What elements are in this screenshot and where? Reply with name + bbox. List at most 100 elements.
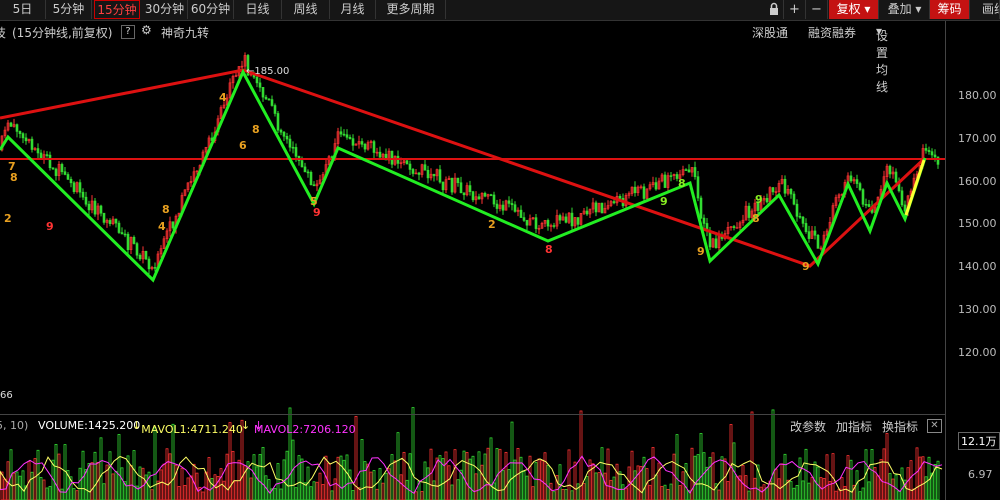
volume-bar [180,467,184,500]
volume-bar [720,456,724,500]
candle-body [807,231,811,239]
volume-bar [186,477,190,500]
candle-body [438,169,442,183]
volume-bar [444,451,448,500]
high-price-value: 185.00 [254,66,290,77]
candle-body [693,167,697,178]
volume-bar [408,453,412,500]
close-icon[interactable]: ✕ [927,419,942,433]
candle-body [120,232,124,235]
volume-bar [93,451,97,500]
volume-bar [153,427,157,500]
vol-axis-top: 12.1万 [958,432,1000,450]
volume-bar [564,489,568,500]
volume-bar [330,490,334,500]
nine-turn-marker: 8 [10,171,18,184]
candle-body [795,203,799,217]
volume-bar [249,477,253,500]
volume-bar [201,491,205,500]
volume-bar [726,481,730,500]
volume-bar [795,484,799,500]
volume-bar [12,472,16,500]
candle-body [72,182,76,192]
add-indicator-button[interactable]: 加指标 [836,418,872,435]
candle-body [783,178,787,194]
volume-bar [891,478,895,500]
candle-body [519,209,523,218]
volume-bar [909,460,913,500]
volume-bar [531,486,535,500]
volume-bar [342,459,346,500]
volume-bar [420,491,424,500]
candle-body [576,217,580,225]
axis-label-140: 140.00 [958,260,997,273]
volume-bar [57,453,61,500]
low-price-fragment: 66 [0,390,13,401]
candle-body [261,87,265,98]
volume-bar [486,447,490,500]
nine-turn-marker: 8 [545,243,553,256]
candle-body [477,196,481,200]
candle-body [456,177,460,184]
candle-body [927,150,931,152]
volume-bar [849,459,853,500]
volume-bar [897,490,901,500]
candle-body [771,187,775,193]
volume-bar [513,459,517,500]
candle-body [339,131,343,135]
volume-bar [492,482,496,500]
candle-body [117,222,121,233]
mavol1-text: MAVOL1:4711.240 [141,423,243,436]
volume-bar [804,448,808,500]
candle-body [18,131,22,134]
volume-bar [159,469,163,500]
candle-body [294,147,298,157]
volume-bar [522,471,526,500]
volume-bar [345,454,349,500]
volume-bar [399,474,403,500]
axis-label-170: 170.00 [958,132,997,145]
volume-bar [384,472,388,500]
switch-indicator-button[interactable]: 换指标 [882,418,918,435]
volume-bar [414,491,418,500]
volume-bar [528,455,532,500]
candle-body [48,154,52,169]
volume-bar [585,476,589,500]
candle-body [255,76,259,84]
candle-body [534,217,538,229]
change-params-button[interactable]: 改参数 [790,418,826,435]
green-zigzag-line [0,68,927,283]
price-axis-line [945,21,946,500]
volume-bar [573,461,577,500]
volume-bar [75,490,79,500]
volume-bar [567,449,571,500]
candle-body [462,192,466,196]
volume-bar [711,452,715,500]
volume-bar [168,453,172,500]
volume-bar [552,491,556,500]
volume-bar [465,451,469,500]
volume-bar [696,454,700,500]
candle-body [279,129,283,133]
candle-body [144,250,148,260]
high-price-label: ←185.00 [246,66,290,77]
volume-bar [363,461,367,500]
candlesticks [0,52,940,275]
huatu-button[interactable]: 画线 [972,0,1000,19]
volume-bar [834,490,838,500]
candle-body [93,200,97,215]
candle-body [153,267,157,269]
candle-body [813,230,817,236]
candle-body [108,220,112,224]
candle-body [708,230,712,248]
volume-bar [273,488,277,500]
volume-bar [222,480,226,500]
candle-body [489,194,493,196]
mavol2-value: MAVOL2:7206.120 ↓ [254,419,356,436]
candle-body [525,220,529,226]
candle-body [126,233,130,251]
nine-turn-marker: 4 [219,91,227,104]
volume-bar [39,477,43,500]
candle-body [471,191,475,201]
volume-bar [525,475,529,500]
